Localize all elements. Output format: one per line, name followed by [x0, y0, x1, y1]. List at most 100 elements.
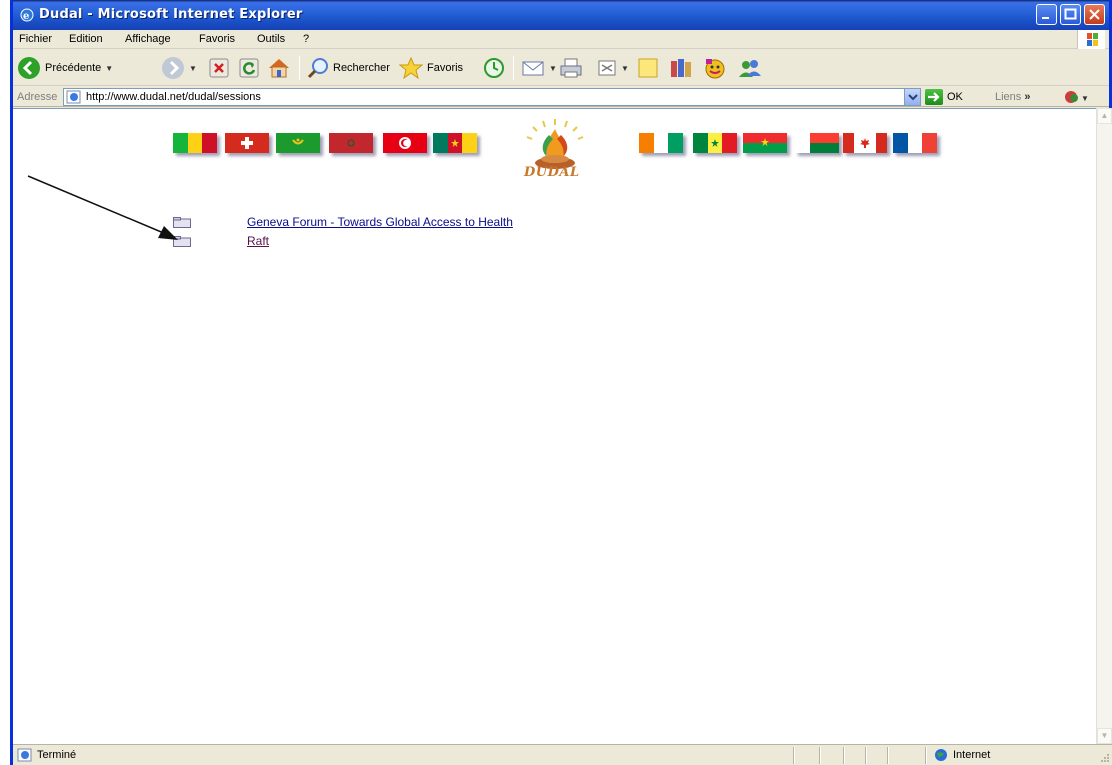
- flag-switzerland: [225, 133, 269, 153]
- menu-favorites[interactable]: Favoris: [199, 33, 235, 45]
- globe-icon: [935, 749, 947, 761]
- forward-button[interactable]: ▼: [161, 54, 197, 82]
- ie-page-icon: [66, 90, 81, 104]
- window-title: Dudal - Microsoft Internet Explorer: [39, 7, 303, 22]
- flag-tunisia: [383, 133, 427, 153]
- folder-icon: [173, 236, 191, 247]
- minimize-icon: [1042, 17, 1049, 19]
- refresh-icon: [239, 58, 259, 78]
- chevron-down-icon[interactable]: ▼: [549, 64, 557, 73]
- resize-grip-icon[interactable]: [1100, 753, 1110, 763]
- vertical-scrollbar[interactable]: ▲ ▼: [1096, 108, 1112, 744]
- edit-page-icon: [598, 60, 616, 76]
- chevron-up-icon: ▲: [1100, 111, 1109, 120]
- back-label: Précédente: [45, 62, 102, 74]
- flag-france: [893, 133, 937, 153]
- messenger-button[interactable]: [703, 54, 727, 82]
- research-button[interactable]: [669, 54, 693, 82]
- flag-madagascar: [795, 133, 839, 153]
- toolbar-separator: [299, 56, 300, 80]
- stop-button[interactable]: [209, 54, 229, 82]
- chevron-right-icon: »: [1024, 91, 1031, 103]
- menu-file[interactable]: Fichier: [19, 33, 52, 45]
- print-button[interactable]: [559, 54, 583, 82]
- star-icon: [399, 57, 423, 79]
- toolbar-separator: [513, 56, 514, 80]
- browser-window: e Dudal - Microsoft Internet Explorer Fi…: [10, 0, 1112, 765]
- favorites-label: Favoris: [427, 62, 464, 74]
- search-icon: [307, 58, 328, 79]
- minimize-button[interactable]: [1036, 4, 1057, 25]
- session-link-geneva-forum[interactable]: Geneva Forum - Towards Global Access to …: [247, 215, 513, 229]
- translate-icon[interactable]: ▼: [1063, 89, 1091, 105]
- search-label: Rechercher: [333, 62, 390, 74]
- status-divider: [887, 747, 889, 764]
- scroll-up-button[interactable]: ▲: [1097, 108, 1112, 124]
- menu-tools[interactable]: Outils: [257, 33, 285, 45]
- address-label: Adresse: [17, 91, 58, 103]
- maximize-button[interactable]: [1060, 4, 1081, 25]
- go-button[interactable]: OK: [925, 89, 963, 105]
- go-arrow-icon: [925, 89, 943, 105]
- status-divider: [819, 747, 821, 764]
- links-label[interactable]: Liens »: [995, 91, 1030, 103]
- flag-burkina-faso: [743, 133, 787, 153]
- chevron-down-icon[interactable]: ▼: [621, 64, 629, 73]
- menu-help[interactable]: ?: [303, 33, 309, 45]
- mail-icon: [522, 61, 544, 76]
- status-divider: [865, 747, 867, 764]
- menu-view[interactable]: Affichage: [125, 33, 171, 45]
- books-icon: [671, 59, 691, 77]
- users-icon: [739, 60, 761, 77]
- emoticon-icon: [705, 59, 725, 79]
- status-divider: [843, 747, 845, 764]
- edit-button[interactable]: ▼: [597, 54, 629, 82]
- chevron-down-icon: [908, 94, 918, 101]
- notes-button[interactable]: [637, 54, 659, 82]
- search-button[interactable]: Rechercher: [307, 54, 390, 82]
- scroll-down-button[interactable]: ▼: [1097, 728, 1112, 744]
- refresh-button[interactable]: [239, 54, 259, 82]
- history-icon: [484, 58, 504, 78]
- home-button[interactable]: [267, 54, 291, 82]
- menu-bar: Fichier Edition Affichage Favoris Outils…: [13, 30, 1109, 49]
- close-button[interactable]: [1084, 4, 1105, 25]
- favorites-button[interactable]: Favoris: [399, 54, 463, 82]
- flag-senegal: [693, 133, 737, 153]
- back-arrow-icon: [18, 57, 40, 79]
- screen: e Dudal - Microsoft Internet Explorer Fi…: [0, 0, 1112, 765]
- contacts-button[interactable]: [737, 54, 763, 82]
- maximize-icon: [1064, 8, 1077, 20]
- flag-cote-divoire: [639, 133, 683, 153]
- ie-icon: e: [20, 8, 34, 22]
- home-icon: [269, 59, 289, 78]
- history-button[interactable]: [483, 54, 505, 82]
- security-zone: Internet: [953, 749, 991, 761]
- menu-edit[interactable]: Edition: [69, 33, 103, 45]
- page-done-icon: [17, 748, 32, 762]
- logo-text: DUDAL: [524, 165, 580, 180]
- close-icon: [1089, 9, 1100, 20]
- chevron-down-icon[interactable]: ▼: [189, 64, 197, 73]
- address-input[interactable]: http://www.dudal.net/dudal/sessions: [63, 88, 921, 106]
- flag-canada: [843, 133, 887, 153]
- chevron-down-icon[interactable]: ▼: [105, 64, 113, 73]
- back-button[interactable]: Précédente ▼: [17, 54, 113, 82]
- flag-mauritania: [276, 133, 320, 153]
- note-icon: [638, 58, 658, 78]
- chevron-down-icon: ▼: [1100, 731, 1109, 740]
- svg-text:e: e: [23, 11, 29, 22]
- flag-mali: [173, 133, 217, 153]
- windows-flag-icon: [1077, 30, 1105, 49]
- address-url[interactable]: http://www.dudal.net/dudal/sessions: [86, 91, 261, 103]
- stop-icon: [209, 58, 229, 78]
- forward-arrow-icon: [162, 57, 184, 79]
- title-bar[interactable]: e Dudal - Microsoft Internet Explorer: [13, 0, 1109, 30]
- flag-cameroon: [433, 133, 477, 153]
- page-content: DUDAL Geneva Forum - Towards Global Acce…: [13, 108, 1096, 744]
- flag-morocco: [329, 133, 373, 153]
- mail-button[interactable]: ▼: [521, 54, 557, 82]
- session-link-raft[interactable]: Raft: [247, 234, 269, 248]
- address-dropdown-button[interactable]: [904, 89, 920, 105]
- status-divider: [793, 747, 795, 764]
